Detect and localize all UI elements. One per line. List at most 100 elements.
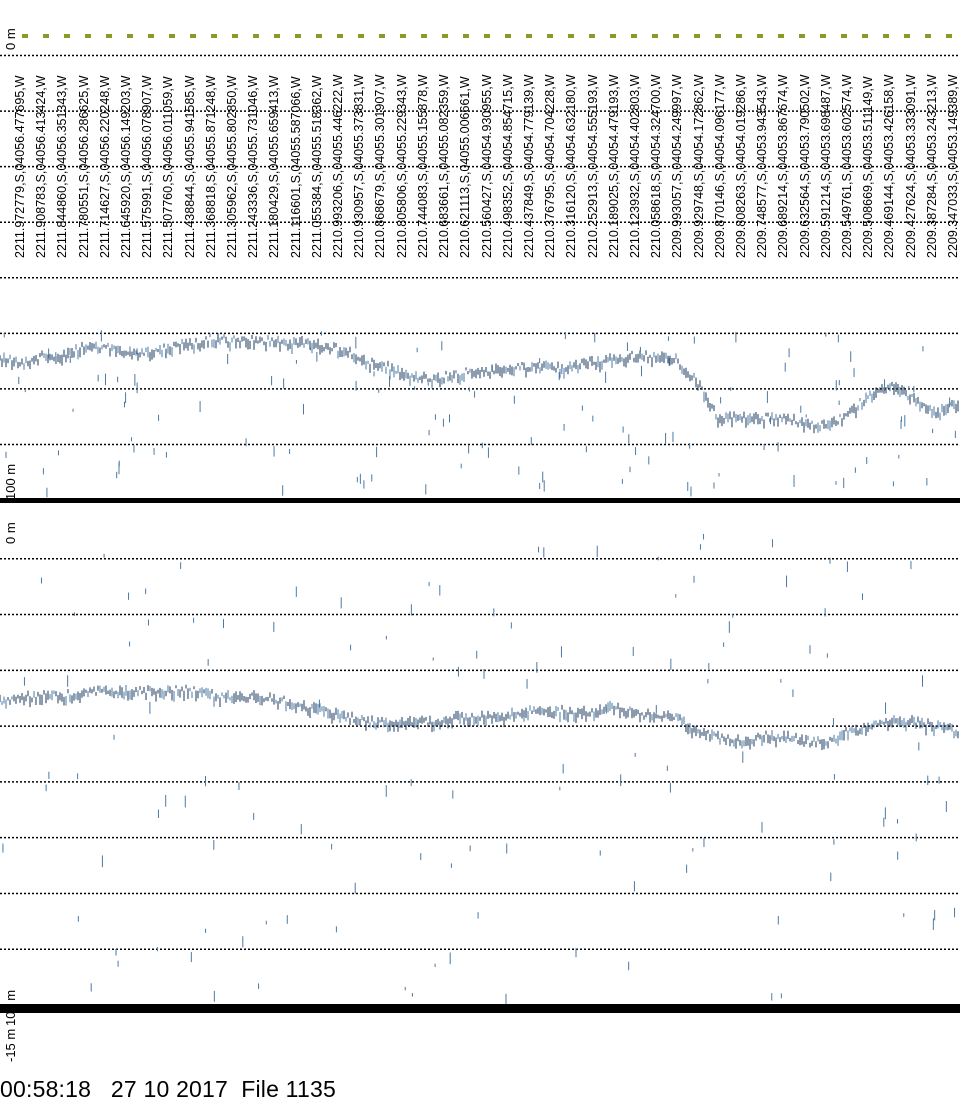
gps-coordinate: 2209.347033,S,04053.149389,W: [946, 74, 960, 259]
gps-coordinate: 2210.316120,S,04054.632180,W: [564, 74, 579, 259]
gps-coordinate: 2210.993206,S,04055.446222,W: [331, 74, 346, 259]
gps-coordinate: 2209.808263,S,04054.019286,W: [733, 74, 748, 259]
track-marker: [211, 34, 217, 38]
track-marker: [85, 34, 91, 38]
gps-coordinate: 2210.189025,S,04054.479193,W: [606, 74, 621, 259]
track-marker: [778, 34, 784, 38]
track-marker: [253, 34, 259, 38]
gps-coordinate: 2211.908783,S,04056.413424,W: [34, 75, 49, 258]
track-marker: [820, 34, 826, 38]
gps-coordinate: 2211.575991,S,04056.078907,W: [140, 75, 155, 258]
gps-coordinate: 2209.929748,S,04054.172862,W: [691, 74, 706, 259]
track-marker: [379, 34, 385, 38]
track-marker: [169, 34, 175, 38]
track-marker: [904, 34, 910, 38]
bottom-panel-100m-label: 100 m: [3, 989, 18, 1026]
bottom-panel-offset-label: -15 m: [3, 1028, 18, 1062]
gps-coordinate: 2210.805806,S,04055.229343,W: [394, 74, 409, 259]
gps-coordinate: 2209.748577,S,04053.943543,W: [755, 74, 770, 259]
track-marker: [883, 34, 889, 38]
gps-coordinate: 2209.469144,S,04053.426158,W: [882, 74, 897, 259]
top-panel-0m-label: 0 m: [3, 28, 18, 50]
track-marker: [547, 34, 553, 38]
track-marker: [295, 34, 301, 38]
gps-coordinate: 2209.993057,S,04054.249997,W: [670, 74, 685, 259]
gps-coordinate: 2209.427624,S,04053.333091,W: [903, 74, 918, 259]
gps-coordinate: 2210.123932,S,04054.402803,W: [627, 74, 642, 259]
track-marker: [64, 34, 70, 38]
gps-coordinate: 2210.621113,S,04055.006661,W: [458, 76, 473, 258]
track-marker: [610, 34, 616, 38]
track-marker: [946, 34, 952, 38]
gps-coordinate: 2211.438844,S,04055.941585,W: [182, 75, 197, 258]
track-marker: [106, 34, 112, 38]
gps-coordinate: 2209.870146,S,04054.096177,W: [712, 74, 727, 259]
track-marker: [568, 34, 574, 38]
track-marker: [337, 34, 343, 38]
track-marker: [673, 34, 679, 38]
track-marker: [22, 34, 28, 38]
track-marker: [505, 34, 511, 38]
gps-coordinate: 2209.549761,S,04053.602574,W: [839, 74, 854, 259]
track-marker: [736, 34, 742, 38]
footer-time: 00:58:18: [0, 1076, 92, 1102]
gps-coordinate: 2210.930957,S,04055.373831,W: [352, 74, 367, 259]
gps-coordinate: 2211.243336,S,04055.731046,W: [246, 75, 261, 258]
track-marker: [526, 34, 532, 38]
gps-coordinate: 2210.744083,S,04055.155878,W: [415, 74, 430, 259]
gps-coordinate: 2210.560427,S,04054.930955,W: [479, 74, 494, 259]
top-panel-100m-label: 100 m: [3, 463, 18, 500]
depth-grid-bottom: [0, 558, 960, 950]
gps-coordinate: 2209.689214,S,04053.867674,W: [776, 74, 791, 259]
track-marker: [757, 34, 763, 38]
gps-coordinate: 2209.632564,S,04053.790502,W: [797, 74, 812, 259]
gps-coordinate: 2211.305962,S,04055.802850,W: [225, 75, 240, 258]
gps-coordinate: 2211.780551,S,04056.286625,W: [76, 75, 91, 258]
track-marker: [799, 34, 805, 38]
track-marker: [925, 34, 931, 38]
track-marker: [274, 34, 280, 38]
gps-coordinate: 2210.683661,S,04055.082359,W: [437, 74, 452, 259]
gps-coordinate: 2210.058618,S,04054.324700,W: [649, 74, 664, 259]
track-marker: [694, 34, 700, 38]
gps-coordinate: 2209.508669,S,04053.511149,W: [861, 76, 876, 258]
gps-coordinate: 2210.437849,S,04054.779139,W: [521, 74, 536, 259]
gps-coordinate: 2211.507760,S,04056.011059,W: [161, 76, 176, 258]
track-marker: [316, 34, 322, 38]
footer-file: File 1135: [241, 1076, 336, 1102]
gps-coordinate: 2210.498352,S,04054.854715,W: [500, 74, 515, 259]
gps-coordinate: 2210.868679,S,04055.301907,W: [373, 74, 388, 259]
track-marker: [127, 34, 133, 38]
gps-coordinate: 2211.116601,S,04055.587066,W: [288, 76, 303, 258]
gps-coordinate: 2211.368818,S,04055.871248,W: [203, 75, 218, 258]
track-marker: [421, 34, 427, 38]
track-marker: [442, 34, 448, 38]
footer-date: 27 10 2017: [110, 1076, 229, 1102]
track-marker: [43, 34, 49, 38]
track-marker: [190, 34, 196, 38]
gps-coordinate: 2209.387284,S,04053.243213,W: [924, 74, 939, 259]
gps-coordinate: 2211.055384,S,04055.518362,W: [309, 75, 324, 258]
panel-separator-bottom: [0, 1004, 960, 1013]
status-footer: 00:58:18 27 10 2017 File 1135: [0, 1076, 336, 1103]
gps-coordinate: 2210.376795,S,04054.704228,W: [543, 74, 558, 259]
seabed-echo-bottom: [0, 533, 959, 1005]
track-marker: [484, 34, 490, 38]
panel-separator-top: [0, 498, 960, 503]
gps-coordinate: 2209.591214,S,04053.698487,W: [818, 74, 833, 259]
track-marker: [652, 34, 658, 38]
gps-coordinate: 2211.645920,S,04056.149203,W: [119, 75, 134, 258]
track-marker: [841, 34, 847, 38]
gps-coordinate: 2211.714627,S,04056.220248,W: [97, 75, 112, 258]
track-marker: [631, 34, 637, 38]
gps-coordinate: 2211.972779,S,04056.477695,W: [13, 75, 27, 258]
track-marker: [862, 34, 868, 38]
track-marker: [148, 34, 154, 38]
track-marker: [358, 34, 364, 38]
track-marker: [400, 34, 406, 38]
bottom-panel-0m-label: 0 m: [3, 522, 18, 544]
gps-coordinate: 2211.844860,S,04056.351343,W: [55, 75, 70, 258]
track-marker: [589, 34, 595, 38]
track-marker: [232, 34, 238, 38]
gps-coordinate: 2211.180429,S,04055.659413,W: [267, 75, 282, 258]
